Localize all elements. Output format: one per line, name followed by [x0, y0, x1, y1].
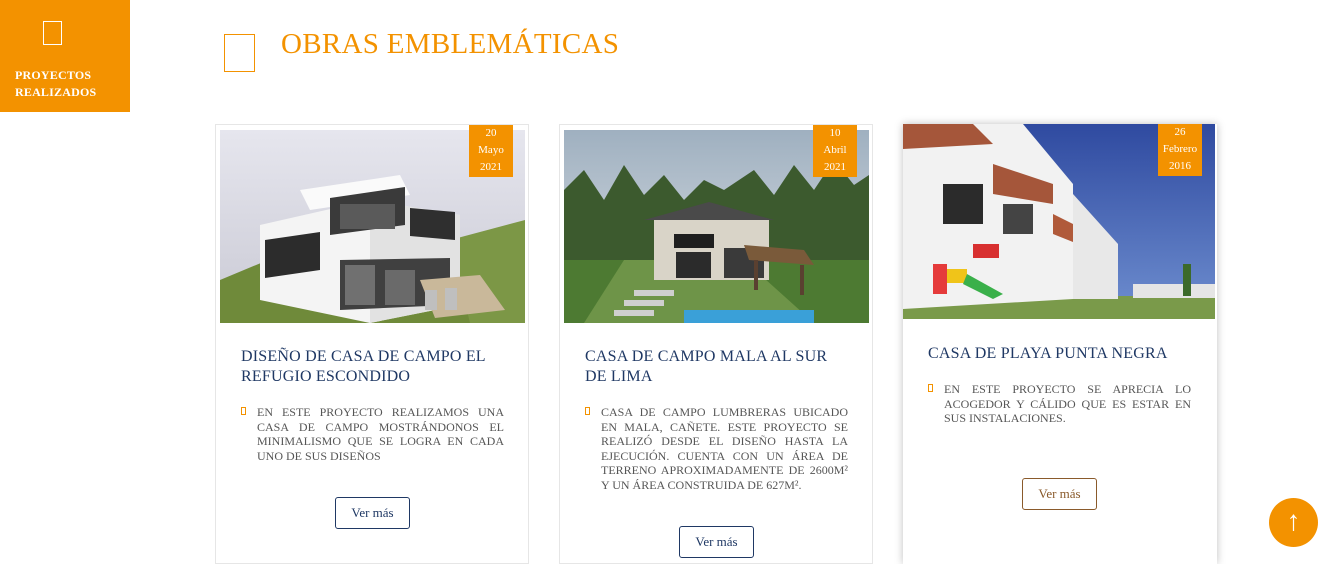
date-day: 10 [829, 127, 841, 139]
project-description: EN ESTE PROYECTO REALIZAMOS UNA CASA DE … [241, 405, 504, 463]
date-day: 26 [1174, 126, 1186, 138]
side-tab-label-line1: PROYECTOS [15, 68, 92, 82]
project-card: 26 Febrero 2016 CASA DE PLAYA PUNTA NEGR… [903, 124, 1217, 564]
description-text: CASA DE CAMPO LUMBRERAS UBICADO EN MALA,… [601, 405, 848, 492]
square-outline-icon [43, 21, 62, 45]
date-month: Mayo [478, 144, 504, 156]
page-title: OBRAS EMBLEMÁTICAS [281, 28, 620, 60]
heading-square-icon [224, 34, 255, 72]
bullet-icon [928, 384, 933, 392]
ver-mas-button[interactable]: Ver más [335, 497, 410, 529]
date-year: 2021 [824, 161, 846, 173]
date-year: 2021 [480, 161, 502, 173]
date-month: Febrero [1162, 143, 1198, 155]
project-title[interactable]: CASA DE CAMPO MALA AL SUR DE LIMA [585, 347, 850, 387]
project-card: 10 Abril 2021 CASA DE CAMPO MALA AL SUR … [559, 124, 873, 564]
project-title[interactable]: CASA DE PLAYA PUNTA NEGRA [928, 344, 1193, 364]
description-text: EN ESTE PROYECTO REALIZAMOS UNA CASA DE … [257, 405, 504, 463]
date-year: 2016 [1169, 160, 1191, 172]
date-day: 20 [485, 127, 497, 139]
date-badge: 10 Abril 2021 [813, 125, 857, 177]
date-badge: 26 Febrero 2016 [1158, 124, 1202, 176]
scroll-to-top-button[interactable]: ↑ [1269, 498, 1318, 547]
project-card: 20 Mayo 2021 DISEÑO DE CASA DE CAMPO EL … [215, 124, 529, 564]
side-tab-proyectos[interactable]: PROYECTOS REALIZADOS [0, 0, 130, 112]
date-month: Abril [823, 144, 847, 156]
bullet-icon [585, 407, 590, 415]
project-description: EN ESTE PROYECTO SE APRECIA LO ACOGEDOR … [928, 382, 1191, 426]
side-tab-label: PROYECTOS REALIZADOS [15, 67, 96, 101]
date-badge: 20 Mayo 2021 [469, 125, 513, 177]
side-tab-label-line2: REALIZADOS [15, 85, 97, 99]
project-title[interactable]: DISEÑO DE CASA DE CAMPO EL REFUGIO ESCON… [241, 347, 506, 387]
bullet-icon [241, 407, 246, 415]
ver-mas-button[interactable]: Ver más [1022, 478, 1097, 510]
ver-mas-button[interactable]: Ver más [679, 526, 754, 558]
arrow-up-icon: ↑ [1286, 506, 1301, 537]
project-description: CASA DE CAMPO LUMBRERAS UBICADO EN MALA,… [585, 405, 848, 492]
description-text: EN ESTE PROYECTO SE APRECIA LO ACOGEDOR … [944, 382, 1191, 425]
